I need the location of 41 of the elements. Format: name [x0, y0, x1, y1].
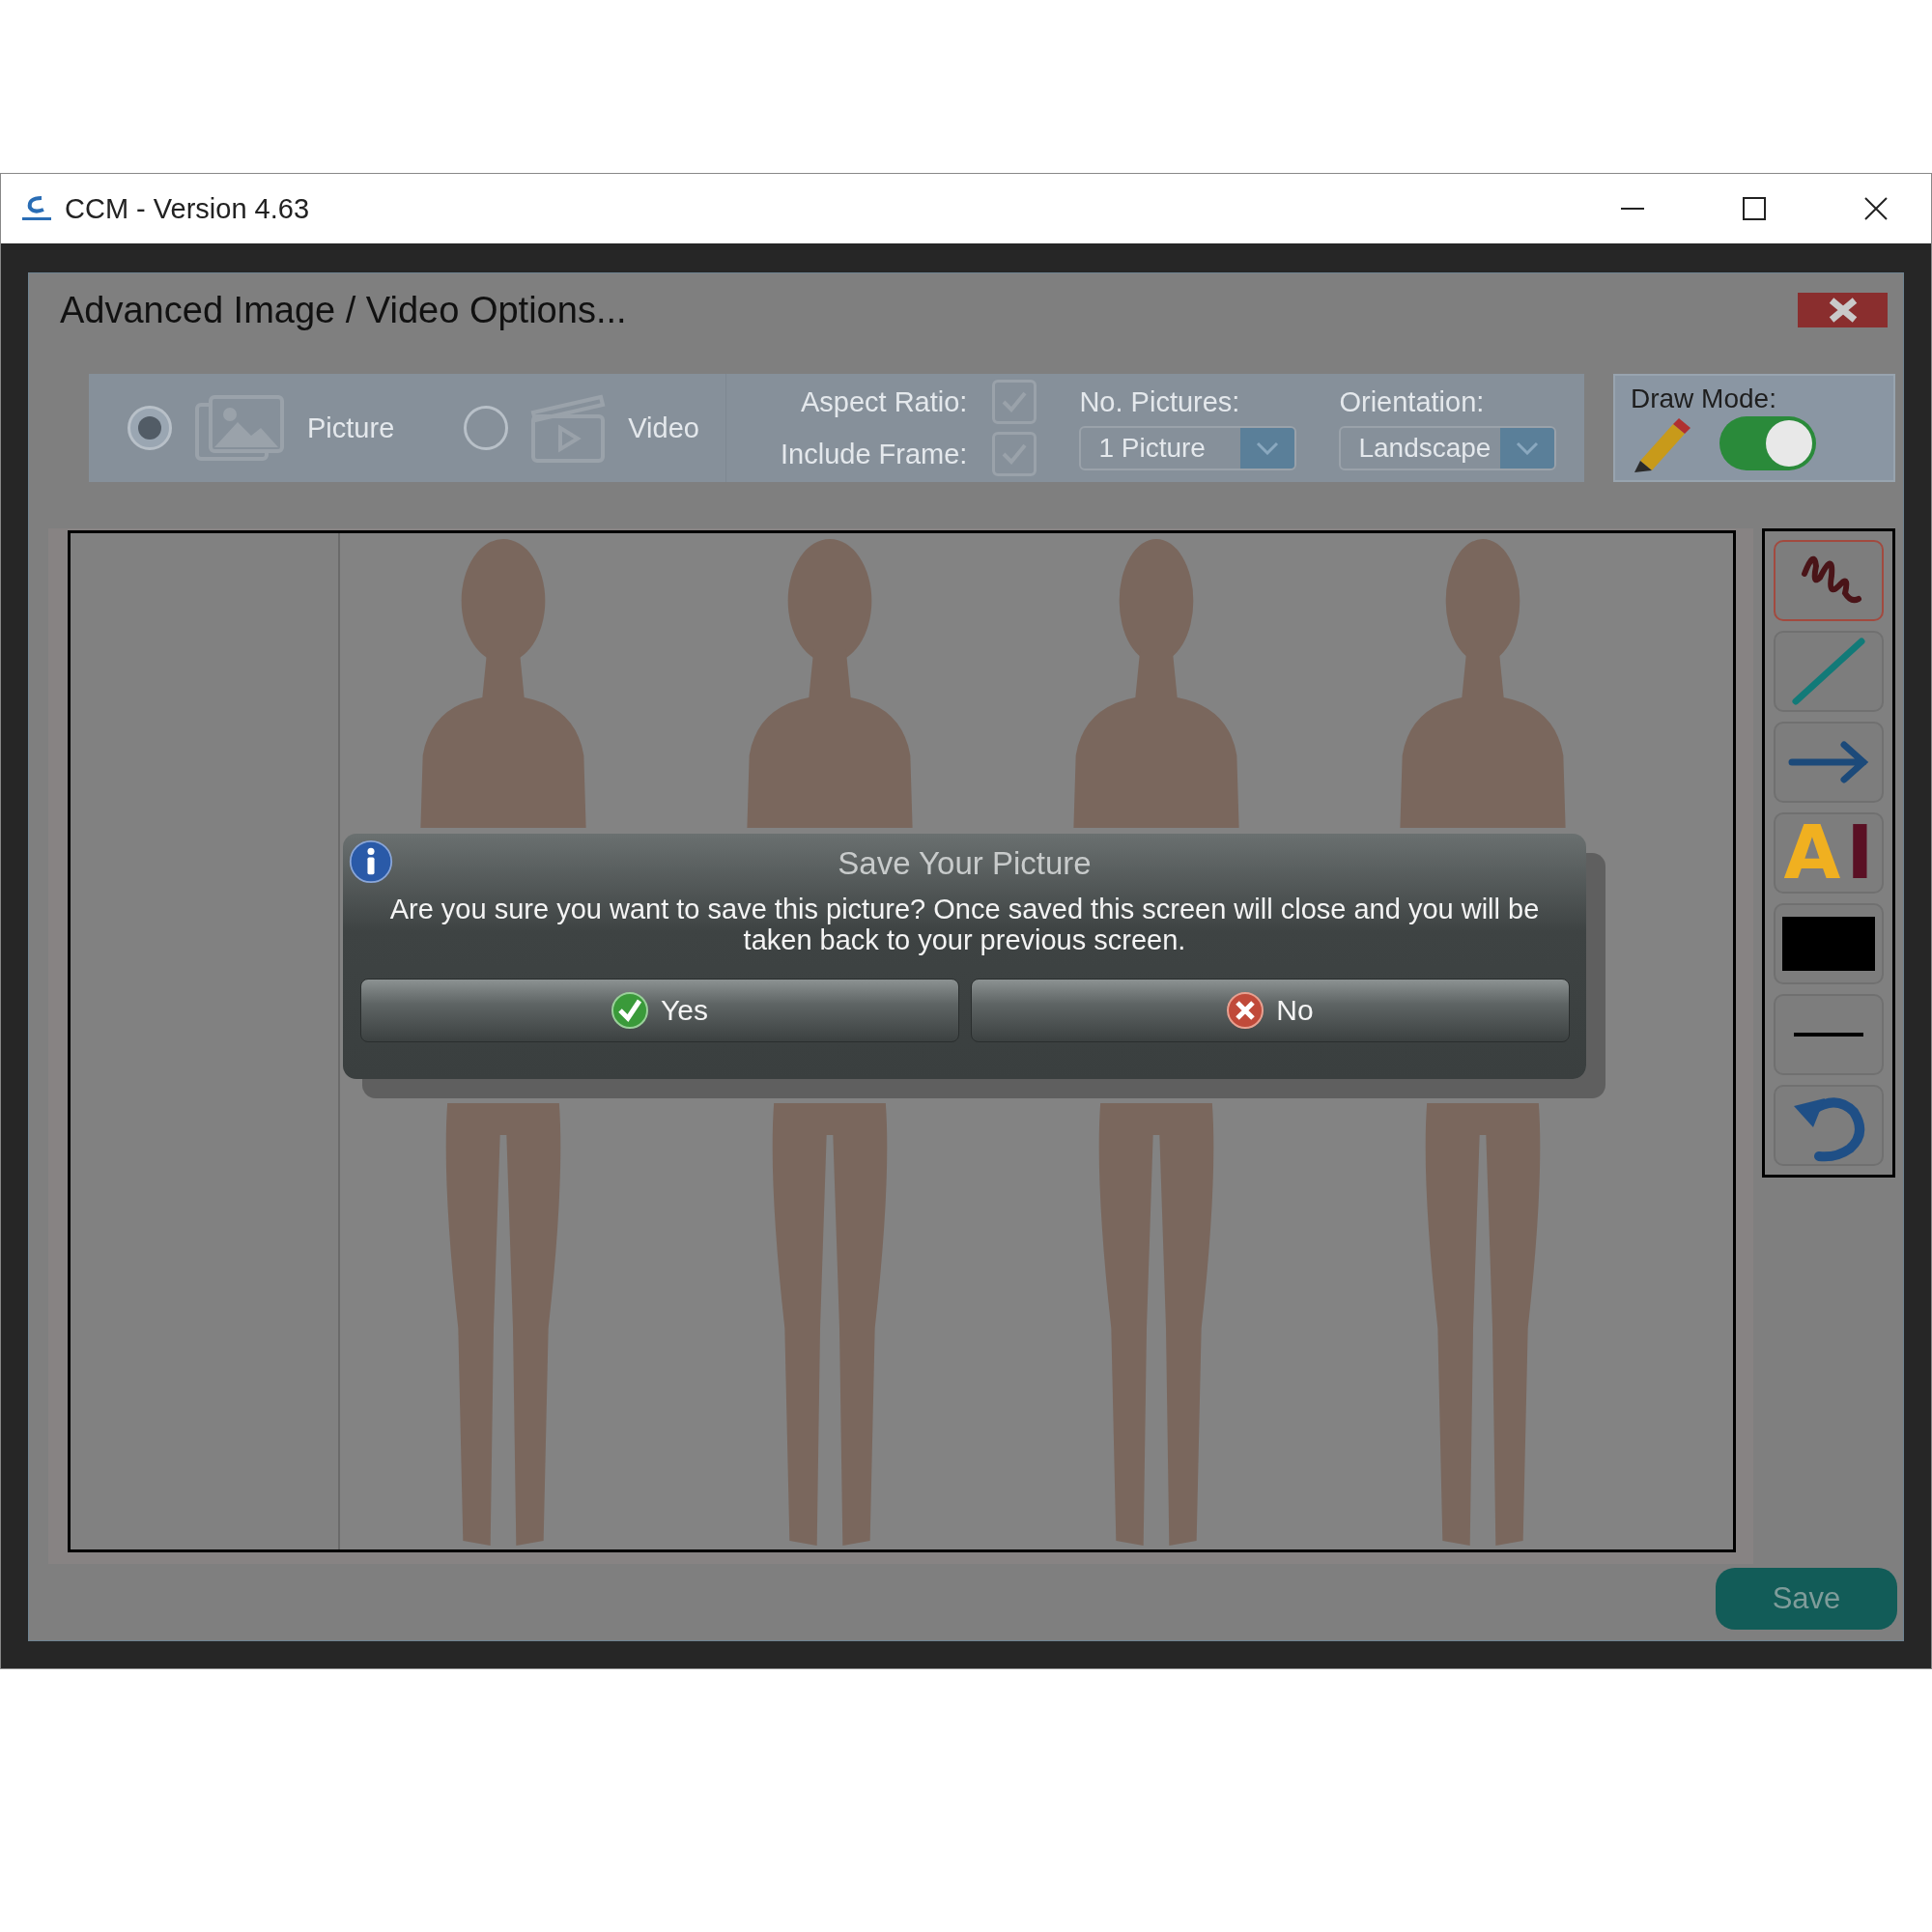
- line-thickness-icon: [1794, 1032, 1863, 1037]
- yes-button[interactable]: Yes: [359, 979, 959, 1042]
- line-icon: [1790, 638, 1867, 705]
- close-icon: [1864, 197, 1888, 220]
- dropdown[interactable]: 1 Picture: [1079, 425, 1297, 470]
- info-icon: [349, 839, 393, 884]
- dialog-message: Are you sure you want to save this picture? Once saved this screen will close and you will be taken back to your previous screen.: [388, 894, 1541, 955]
- drawing-tool-button[interactable]: AI: [1774, 812, 1884, 894]
- radio-button[interactable]: [464, 406, 509, 450]
- text-tool-letter: A: [1783, 816, 1841, 890]
- radio-button[interactable]: [128, 406, 172, 450]
- drawing-tool-button[interactable]: [1774, 903, 1884, 984]
- dialog-title: Save Your Picture: [838, 845, 1092, 882]
- drawing-tool-button[interactable]: [1774, 994, 1884, 1075]
- dropdown[interactable]: Landscape: [1339, 425, 1557, 470]
- cross-icon: [1226, 991, 1265, 1030]
- maximize-icon: [1743, 197, 1766, 220]
- draw-mode-toggle[interactable]: [1719, 416, 1816, 470]
- no-button[interactable]: No: [970, 979, 1570, 1042]
- drawing-tool-button[interactable]: [1774, 540, 1884, 621]
- media-type-label: Picture: [307, 412, 395, 444]
- close-button[interactable]: [1798, 293, 1888, 327]
- app-logo-icon: [20, 194, 53, 223]
- draw-mode-label: Draw Mode:: [1631, 384, 1777, 414]
- option-label: No. Pictures:: [1079, 385, 1241, 418]
- drawing-tool-button[interactable]: [1774, 1085, 1884, 1166]
- option-label: Include Frame:: [781, 438, 968, 470]
- chevron-down-icon: [1256, 440, 1280, 455]
- option-label: Aspect Ratio:: [800, 385, 968, 418]
- text-tool-letter: I: [1846, 816, 1874, 890]
- media-type-label: Video: [628, 412, 699, 444]
- panel-title: Advanced Image / Video Options...: [59, 289, 627, 331]
- option-label: Orientation:: [1339, 385, 1486, 418]
- chevron-down-icon: [1516, 440, 1540, 455]
- close-icon: [1828, 298, 1858, 323]
- window-title: CCM - Version 4.63: [65, 192, 311, 225]
- save-button[interactable]: Save: [1716, 1568, 1897, 1630]
- checkmark-icon: [611, 991, 649, 1030]
- minimize-icon: [1621, 208, 1644, 210]
- arrow-icon: [1788, 741, 1869, 783]
- drawing-tool-button[interactable]: [1774, 722, 1884, 803]
